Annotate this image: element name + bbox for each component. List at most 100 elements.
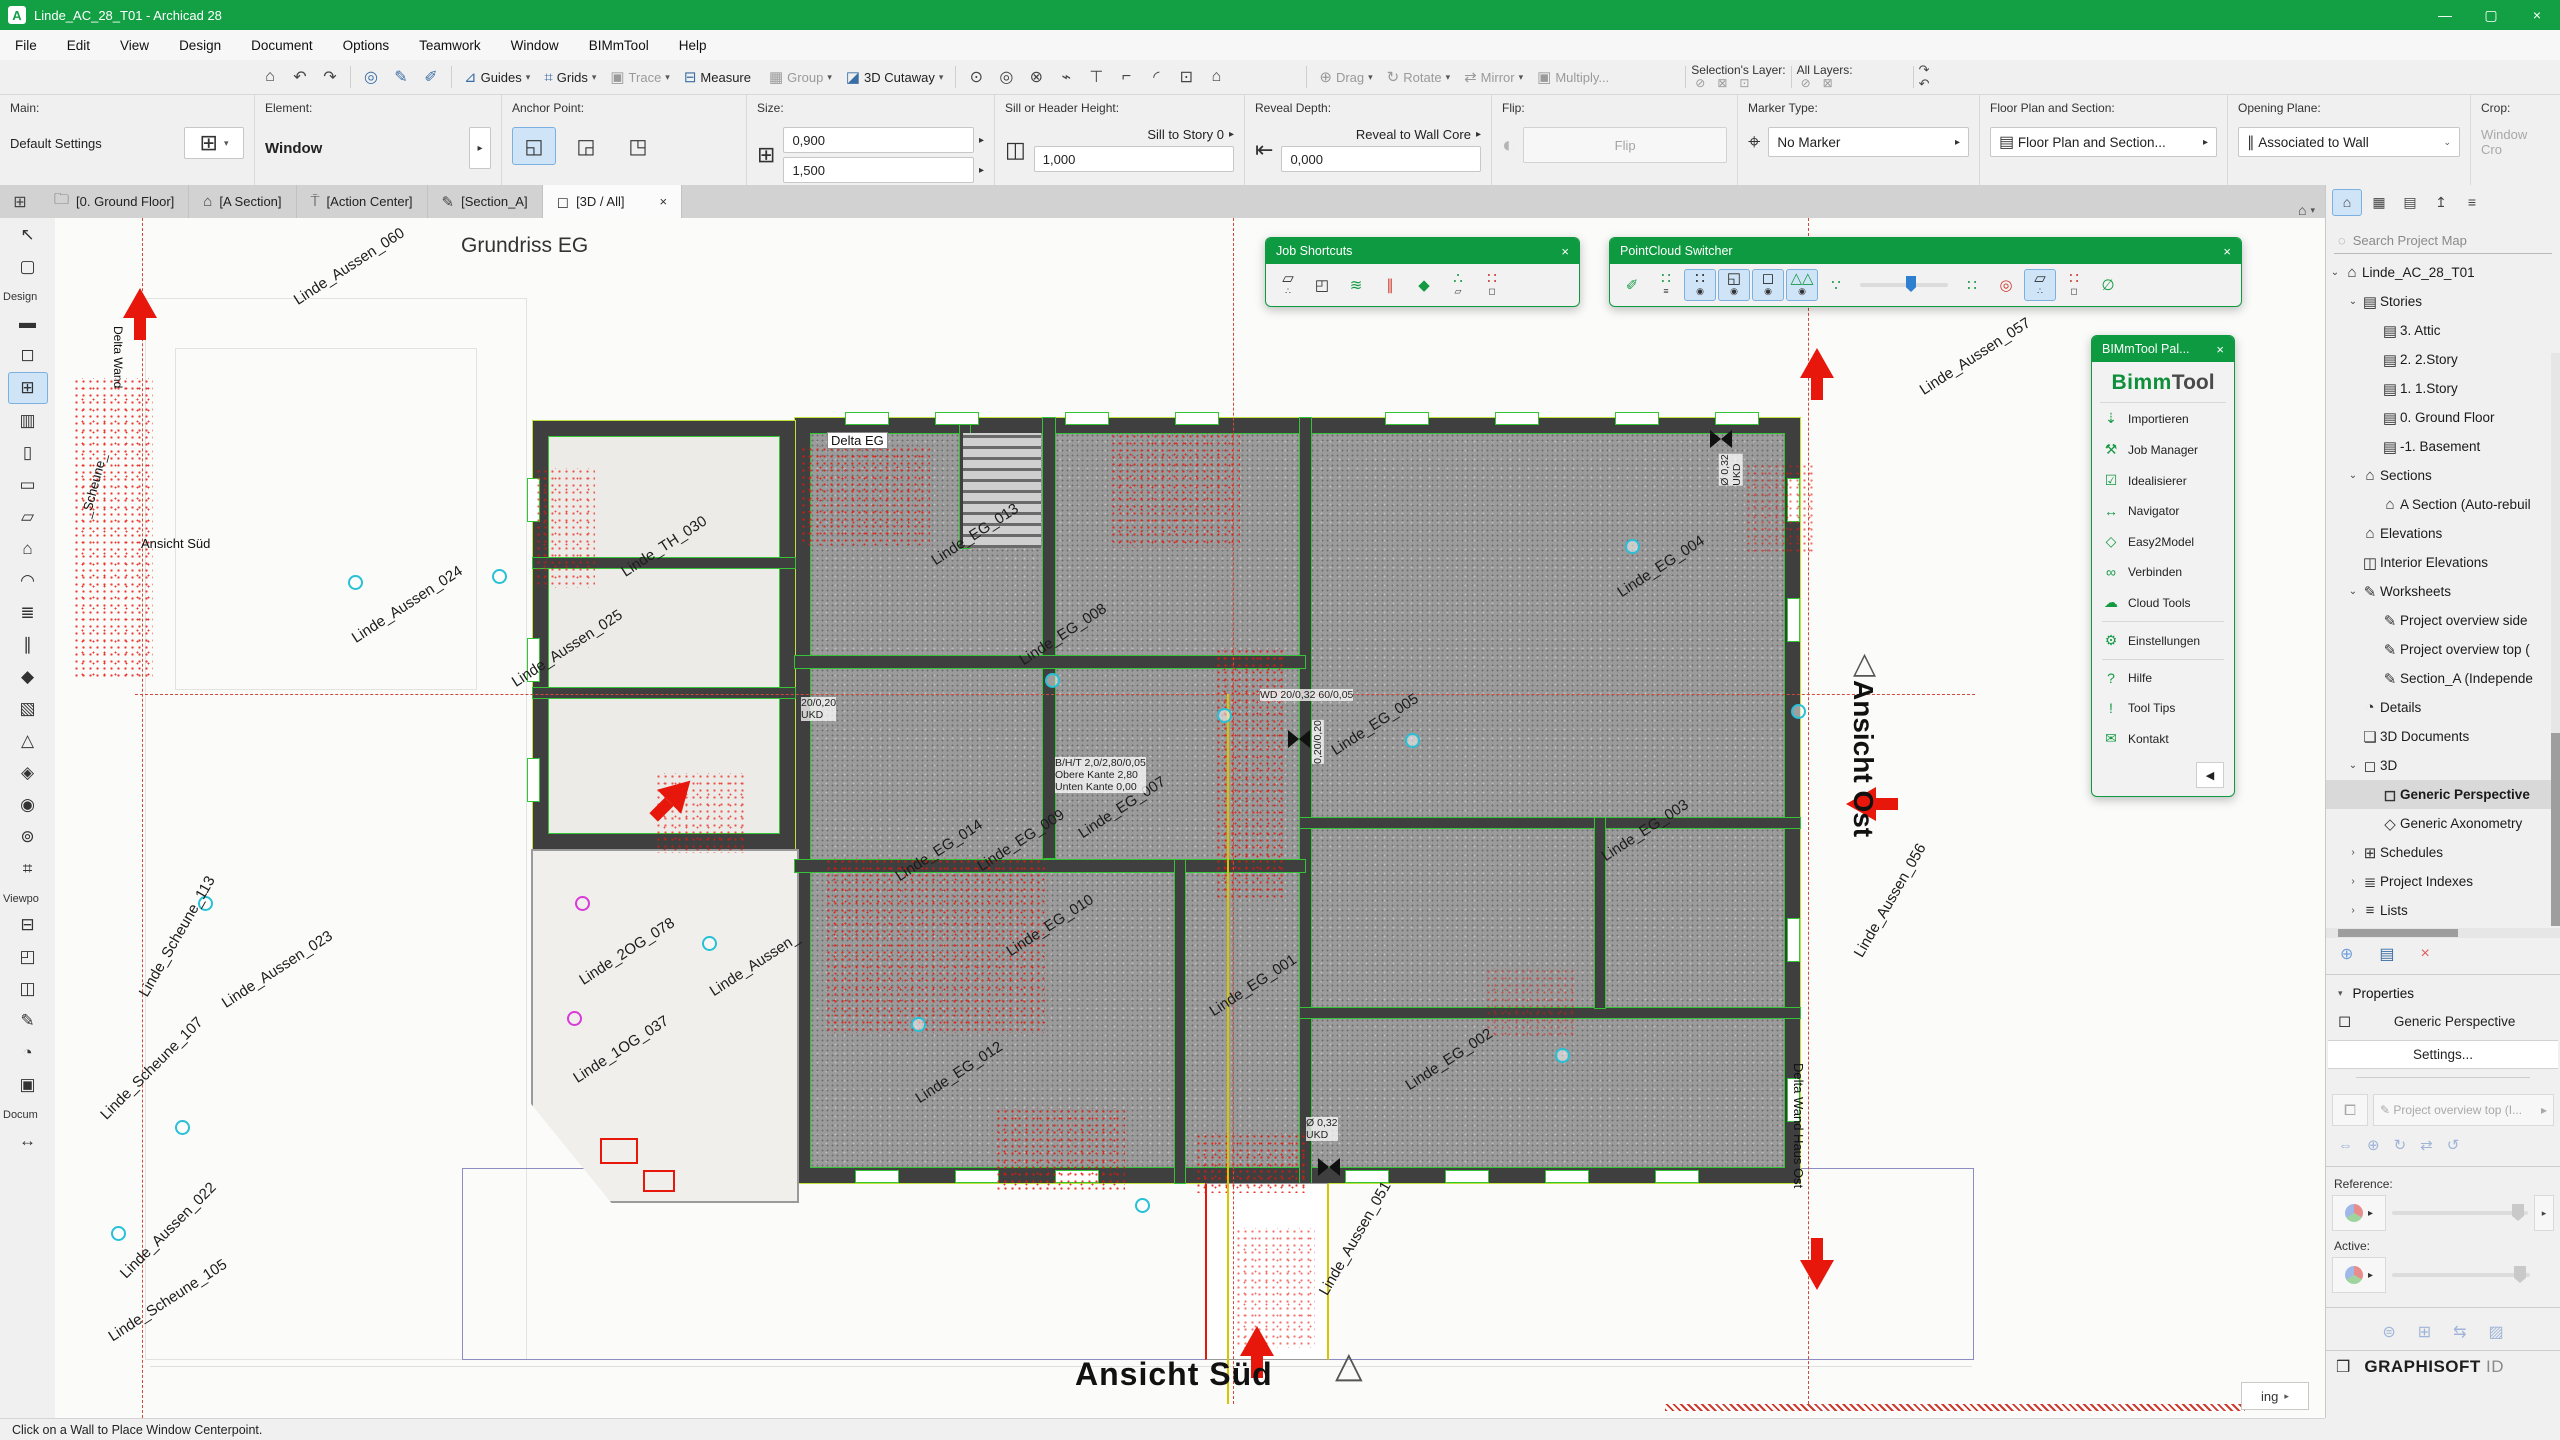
tree-item[interactable]: ⌄ ◻ 3D [2326,751,2560,780]
trace-action-icon[interactable]: ⇄ [2420,1136,2433,1154]
collapse-palette-button[interactable]: ◀ [2196,762,2224,788]
search-project-map[interactable]: ◌ Search Project Map [2334,227,2552,254]
active-intensity-slider[interactable] [2392,1273,2530,1277]
properties-header[interactable]: ▾ Properties [2326,979,2560,1008]
navigator-menu-icon[interactable]: ≡ [2458,190,2486,215]
points-plane-icon[interactable]: ∴▱ [1442,269,1474,301]
mesh-tool[interactable]: △ [9,726,47,756]
lamp-tool[interactable]: ◉ [9,790,47,820]
job-shortcuts-titlebar[interactable]: Job Shortcuts × [1266,238,1579,264]
undo-alt-icon[interactable]: ↶ [1919,77,1930,91]
expander-icon[interactable]: ⌄ [2346,470,2360,481]
tree-item[interactable]: ✎ Section_A (Independe [2326,664,2560,693]
scan-station-marker[interactable] [1045,673,1060,688]
maximize-button[interactable]: ▢ [2468,0,2514,30]
close-button[interactable]: × [2514,0,2560,30]
importieren-item[interactable]: ⇣ Importieren [2092,403,2234,434]
select-tool[interactable]: ↖ [9,220,47,250]
expander-icon[interactable]: ⌄ [2346,296,2360,307]
tree-item[interactable]: ✎ Project overview side [2326,606,2560,635]
scan-station-marker[interactable] [111,1226,126,1241]
worksheet-tool[interactable]: ✎ [9,1006,47,1036]
navigator-item[interactable]: ↔ Navigator [2092,496,2234,526]
flip-button[interactable]: Flip [1523,127,1727,163]
tree-item[interactable]: ▤ 2. 2.Story [2326,345,2560,374]
scan-station-marker[interactable] [492,569,507,584]
tree-item[interactable]: ▤ 1. 1.Story [2326,374,2560,403]
trace-toggle-icon[interactable]: ⧠ [2332,1094,2368,1126]
reveal-mode-flyout[interactable]: ▸ [1476,129,1481,140]
scan-station-marker[interactable] [348,575,363,590]
clip-box-icon[interactable]: ∷◻ [2058,269,2090,301]
tab-list-caret[interactable]: ▾ [2310,205,2315,216]
tab-overview-button[interactable]: ⊞ [0,185,40,218]
hide-points-icon[interactable]: ∅ [2092,269,2124,301]
opening-plane-select[interactable]: ∥ Associated to Wall⌄ [2238,127,2460,157]
dimension-tool[interactable]: ↔ [9,1126,47,1156]
resize-icon[interactable]: ⊡ [1171,64,1201,90]
railing-tool[interactable]: ∥ [9,630,47,660]
close-icon[interactable]: × [1561,244,1569,259]
close-icon[interactable]: × [2216,342,2224,357]
zone-tool[interactable]: ▧ [9,694,47,724]
easy2model-item[interactable]: ◇ Easy2Model [2092,526,2234,557]
idealisierer-item[interactable]: ☑ Idealisierer [2092,465,2234,496]
align-icon[interactable]: ⊤ [1081,64,1111,90]
expander-icon[interactable]: › [2346,876,2360,887]
zoom-icon[interactable]: ◎ [991,64,1021,90]
copy-reference-icon[interactable]: ⊞ [2418,1322,2431,1342]
tree-item[interactable]: ✎ Project overview top ( [2326,635,2560,664]
scan-station-marker[interactable] [1135,1198,1150,1213]
publisher-icon[interactable]: ↥ [2427,190,2455,215]
trace-action-icon[interactable]: ⇔ [2338,1137,2353,1154]
default-settings-dropdown[interactable]: ⊞▾ [184,127,244,159]
camera-tool[interactable]: ▣ [9,1070,47,1100]
floorplan-section-field[interactable]: ▤ Floor Plan and Section...▸ [1990,127,2217,157]
kontakt-item[interactable]: ✉ Kontakt [2092,723,2234,754]
trace-button[interactable]: ▣ Trace▾ [603,64,676,90]
view-settings-button[interactable]: ▤ [2379,944,2394,964]
scan-station-marker[interactable] [1405,733,1420,748]
tab-home-icon[interactable]: ⌂ [2298,202,2306,218]
size-height-flyout[interactable]: ▸ [979,165,984,176]
layout-book-icon[interactable]: ▤ [2396,190,2424,215]
tree-item[interactable]: › ⊞ Schedules [2326,838,2560,867]
object-tool[interactable]: ◈ [9,758,47,788]
hilfe-item[interactable]: ? Hilfe [2092,663,2234,693]
swap-reference-icon[interactable]: ⇆ [2453,1322,2466,1342]
multiply-button[interactable]: ▣ Multiply... [1530,64,1620,90]
element-flyout-button[interactable]: ▸ [469,127,491,169]
scan-station-marker-magenta[interactable] [567,1011,582,1026]
scan-station-marker[interactable] [911,1017,926,1032]
add-viewpoint-button[interactable]: ⊕ [2340,944,2353,964]
detail-tool[interactable]: ◔ [9,1038,47,1068]
pointcloud-switcher-titlebar[interactable]: PointCloud Switcher × [1610,238,2241,264]
scan-station-marker[interactable] [702,936,717,951]
clip-plane-icon[interactable]: ▱∴ [2024,269,2056,301]
size-width-field[interactable]: 0,900 [783,127,974,153]
show-points-icon[interactable]: ∷◉ [1684,269,1716,301]
section-tool[interactable]: ⊟ [9,910,47,940]
intersect-icon[interactable]: ⌐ [1111,64,1141,90]
hide-fills-icon[interactable]: ▨ [2489,1322,2504,1342]
reveal-value-field[interactable]: 0,000 [1281,146,1481,172]
tree-horizontal-scrollbar[interactable] [2326,928,2560,938]
vertical-planes-icon[interactable]: ∥ [1374,269,1406,301]
redo-icon[interactable]: ↷ [315,64,345,90]
fillet-icon[interactable]: ◜ [1141,64,1171,90]
slab-tool[interactable]: ▱ [9,502,47,532]
tree-item[interactable]: ⌄ ▤ Stories [2326,287,2560,316]
sill-value-field[interactable]: 1,000 [1034,146,1234,172]
trace-action-icon[interactable]: ↺ [2447,1136,2460,1154]
adjust-icon[interactable]: ⌁ [1051,64,1081,90]
tab-close-icon[interactable]: × [659,194,667,209]
trace-action-icon[interactable]: ↻ [2394,1136,2407,1154]
beam-tool[interactable]: ▭ [9,470,47,500]
trace-reference-button[interactable]: ✎ Project overview top (I... ▸ [2373,1094,2554,1126]
show-sections-icon[interactable]: ◱◉ [1718,269,1750,301]
expander-icon[interactable]: ⌄ [2346,586,2360,597]
menu-item[interactable]: Design [164,38,236,53]
verbinden-item[interactable]: ∞ Verbinden [2092,557,2234,587]
expander-icon[interactable]: › [2346,847,2360,858]
view-map-icon[interactable]: ▦ [2365,190,2393,215]
